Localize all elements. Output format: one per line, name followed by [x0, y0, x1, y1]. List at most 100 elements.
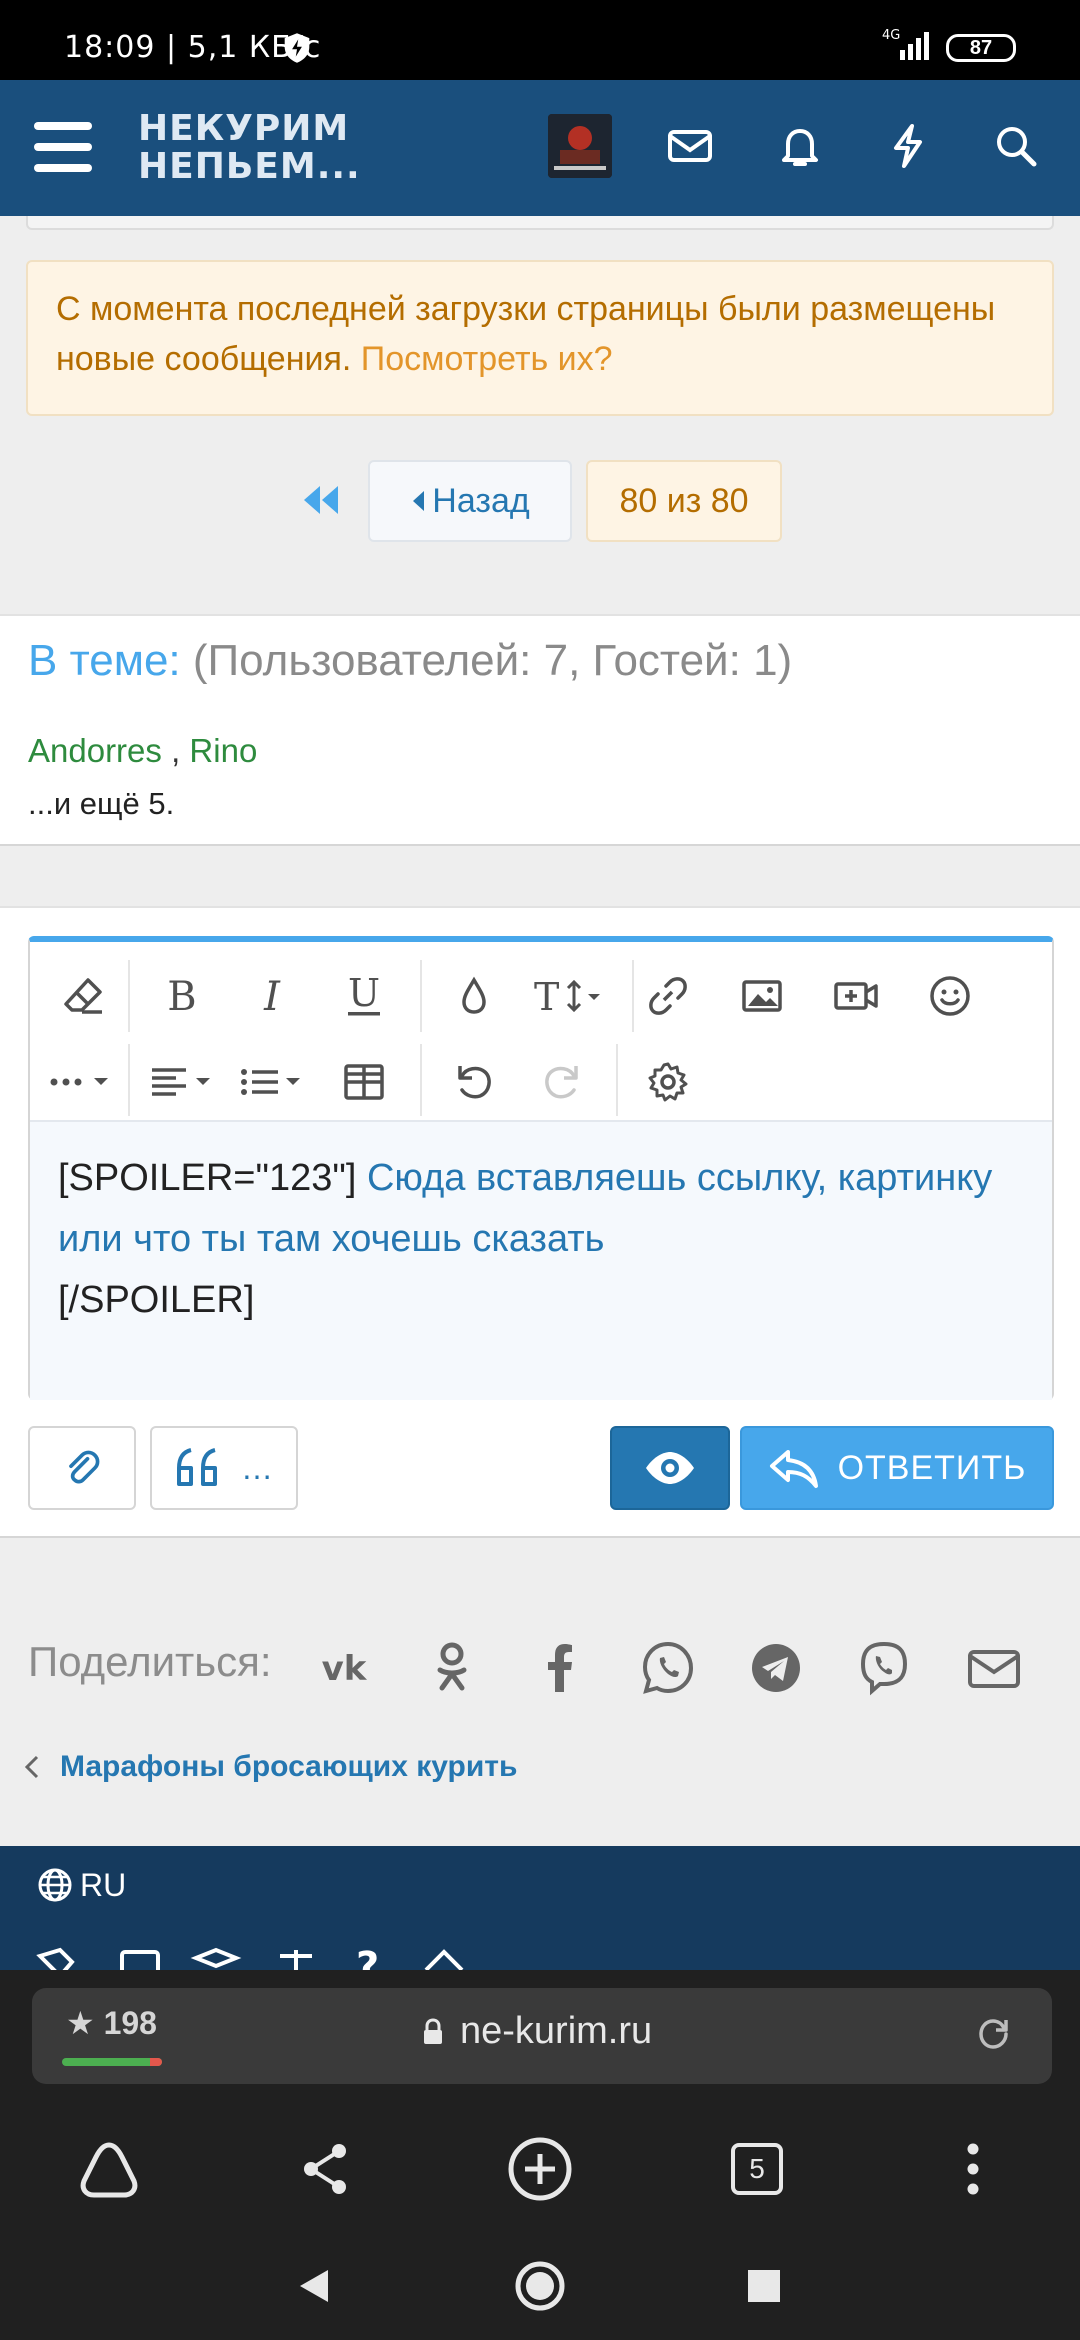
language-label: RU: [80, 1866, 127, 1903]
menu-icon[interactable]: [34, 122, 92, 172]
reply-arrow-icon: [769, 1450, 818, 1488]
new-tab-icon[interactable]: [505, 2134, 575, 2204]
bold-icon[interactable]: B: [150, 964, 214, 1028]
align-icon[interactable]: [146, 1050, 226, 1114]
pagination: Назад 80 из 80: [0, 460, 1080, 542]
first-page-icon[interactable]: [300, 480, 344, 520]
preview-button[interactable]: [610, 1426, 730, 1510]
brand-line-2: НЕПЬЕМ...: [138, 146, 361, 187]
browser-home-icon[interactable]: [74, 2134, 144, 2204]
mail-icon[interactable]: [664, 120, 716, 172]
table-icon[interactable]: [332, 1050, 396, 1114]
link-icon[interactable]: [636, 964, 700, 1028]
post-reply-label: ОТВЕТИТЬ: [837, 1448, 1027, 1487]
facebook-icon[interactable]: [528, 1636, 592, 1700]
site-logo[interactable]: НЕКУРИМ НЕПЬЕМ...: [138, 110, 361, 186]
browser-toolbar: 5: [0, 2104, 1080, 2228]
text-color-icon[interactable]: [442, 964, 506, 1028]
italic-icon[interactable]: I: [240, 964, 304, 1028]
email-share-icon[interactable]: [962, 1636, 1026, 1700]
toolbar-separator: [632, 960, 634, 1032]
user-separator: ,: [161, 732, 190, 769]
recents-icon[interactable]: [734, 2256, 794, 2316]
insert-quote-button[interactable]: …: [150, 1426, 298, 1510]
online-counts: (Пользователей: 7, Гостей: 1): [180, 636, 793, 685]
browser-menu-icon[interactable]: [938, 2134, 1008, 2204]
current-page-indicator[interactable]: 80 из 80: [586, 460, 782, 542]
online-label: В теме:: [28, 636, 181, 685]
url-display[interactable]: ne-kurim.ru: [422, 2010, 652, 2053]
post-reply-button[interactable]: ОТВЕТИТЬ: [740, 1426, 1054, 1510]
quote-more-label: …: [241, 1449, 273, 1486]
share-icon[interactable]: [290, 2134, 360, 2204]
whatsapp-icon[interactable]: [636, 1636, 700, 1700]
share-bar: Поделиться: vk: [0, 1616, 1080, 1726]
browser-address-bar: ★ 198 ne-kurim.ru: [0, 1970, 1080, 2104]
emoji-icon[interactable]: [918, 964, 982, 1028]
vk-icon[interactable]: vk: [312, 1636, 376, 1700]
toolbar-separator: [616, 1044, 618, 1116]
editor-toolbar: B I U T: [30, 942, 1052, 1120]
bell-icon[interactable]: [774, 120, 826, 172]
lightning-icon[interactable]: [882, 120, 934, 172]
video-icon[interactable]: [824, 964, 888, 1028]
avatar[interactable]: [548, 114, 612, 178]
language-selector[interactable]: RU: [36, 1866, 126, 1904]
svg-text:T: T: [534, 975, 559, 1019]
reload-icon[interactable]: [972, 2012, 1016, 2056]
footer-icons: ?: [36, 1946, 516, 1970]
site-rating[interactable]: ★ 198: [66, 2004, 157, 2042]
search-icon[interactable]: [990, 120, 1042, 172]
reply-editor: B I U T [SPOILER="123"] Сюда вставляешь …: [28, 936, 1054, 1400]
site-rating-value: 198: [103, 2005, 157, 2041]
online-heading: В теме: (Пользователей: 7, Гостей: 1): [28, 636, 792, 686]
online-user-list: Andorres , Rino: [28, 732, 257, 770]
tabs-counter[interactable]: 5: [722, 2134, 792, 2204]
spoiler-open-tag: [SPOILER="123"]: [58, 1157, 367, 1199]
telegram-icon[interactable]: [744, 1636, 808, 1700]
image-icon[interactable]: [730, 964, 794, 1028]
address-box[interactable]: ★ 198 ne-kurim.ru: [32, 1988, 1052, 2084]
odnoklassniki-icon[interactable]: [420, 1636, 484, 1700]
undo-icon[interactable]: [442, 1050, 506, 1114]
breadcrumb-label: Марафоны бросающих курить: [60, 1750, 518, 1783]
paperclip-icon: [69, 1450, 100, 1484]
system-navigation-bar: [0, 2228, 1080, 2340]
notice-view-link[interactable]: Посмотреть их?: [361, 340, 613, 378]
reply-textarea[interactable]: [SPOILER="123"] Сюда вставляешь ссылку, …: [30, 1120, 1052, 1400]
settings-gear-icon[interactable]: [636, 1050, 700, 1114]
lock-icon: [424, 2017, 442, 2044]
user-link-andorres[interactable]: Andorres: [28, 732, 162, 769]
shield-icon: [284, 33, 310, 63]
star-icon: ★: [66, 2005, 95, 2041]
svg-text:I: I: [263, 974, 281, 1020]
rating-bar: [62, 2058, 162, 2066]
chevron-left-icon: [413, 491, 425, 511]
tabs-count-label: 5: [731, 2143, 783, 2195]
redo-icon[interactable]: [530, 1050, 594, 1114]
status-bar: 18:09 | 5,1 КБ/с 4G 87: [0, 0, 1080, 80]
home-icon[interactable]: [510, 2256, 570, 2316]
site-header: НЕКУРИМ НЕПЬЕМ...: [0, 80, 1080, 216]
svg-text:vk: vk: [322, 1649, 368, 1689]
previous-page-button[interactable]: Назад: [368, 460, 572, 542]
quote-icon: [177, 1448, 217, 1486]
list-icon[interactable]: [236, 1050, 316, 1114]
svg-text:U: U: [348, 972, 380, 1015]
breadcrumb[interactable]: Марафоны бросающих курить: [24, 1750, 517, 1784]
back-icon[interactable]: [284, 2256, 344, 2316]
underline-icon[interactable]: U: [332, 964, 396, 1028]
online-users-block: В теме: (Пользователей: 7, Гостей: 1) An…: [0, 614, 1080, 846]
more-options-icon[interactable]: [46, 1050, 122, 1114]
signal-icon: [900, 32, 929, 60]
svg-text:B: B: [167, 974, 196, 1020]
font-size-icon[interactable]: T: [530, 964, 620, 1028]
new-messages-notice: С момента последней загрузки страницы бы…: [26, 260, 1054, 416]
attach-files-button[interactable]: [28, 1426, 136, 1510]
user-link-rino[interactable]: Rino: [189, 732, 257, 769]
bar-edge-icon: [1032, 2018, 1046, 2054]
viber-icon[interactable]: [852, 1636, 916, 1700]
toolbar-separator: [128, 1044, 130, 1116]
clear-format-icon[interactable]: [52, 964, 116, 1028]
toolbar-separator: [420, 960, 422, 1032]
